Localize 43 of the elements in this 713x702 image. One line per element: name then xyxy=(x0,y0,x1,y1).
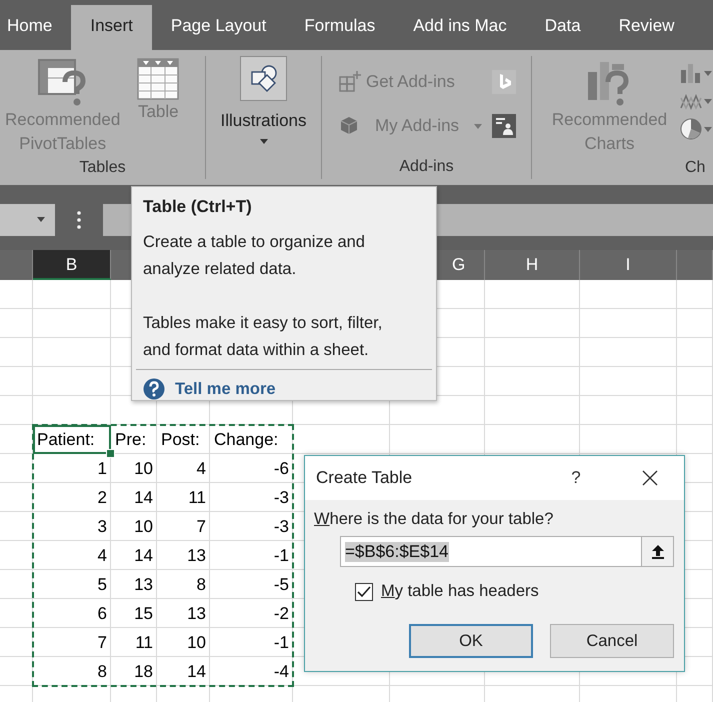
dialog-title: Create Table xyxy=(316,468,414,488)
table-cell-text: Change: xyxy=(213,429,280,451)
tooltip-text: Create a table to organize and analyze related data. xyxy=(143,232,366,280)
table-cell-text: Pre: xyxy=(114,429,148,451)
table-cell-text: 8 xyxy=(96,661,108,683)
table-cell-text: 10 xyxy=(133,516,154,538)
group-label: Add-ins xyxy=(398,157,455,177)
table-cell-text: 13 xyxy=(133,574,154,596)
table-cell-text: 13 xyxy=(186,603,207,625)
table-cell-text: 14 xyxy=(133,545,154,567)
table-cell-text: -2 xyxy=(272,603,290,625)
table-cell-text: 7 xyxy=(196,516,207,538)
table-cell-text: 18 xyxy=(133,661,154,683)
table-cell-text: 10 xyxy=(186,632,207,654)
table-cell-text: 4 xyxy=(96,545,108,567)
table-cell-text: 7 xyxy=(96,632,108,654)
table-cell-text: 8 xyxy=(196,574,207,596)
table-cell-text: 13 xyxy=(186,545,207,567)
table-cell-text: -1 xyxy=(272,545,290,567)
table-cell-text: -6 xyxy=(272,458,290,480)
table-cell-text: -3 xyxy=(272,516,290,538)
table-cell-text: -1 xyxy=(272,632,290,654)
table-cell-text: 4 xyxy=(196,458,207,480)
range-label: Where is the data for your table? xyxy=(314,510,554,529)
table-cell-text: 6 xyxy=(96,603,108,625)
tooltip-title: Table (Ctrl+T) xyxy=(143,197,253,217)
tooltip-text: Tables make it easy to sort, filter, and format data within a sheet. xyxy=(143,313,384,361)
table-cell-text: 10 xyxy=(133,458,154,480)
table-cell-text: -3 xyxy=(272,487,290,509)
group-label: Tables xyxy=(78,158,127,178)
table-cell-text: 2 xyxy=(96,487,108,509)
table-cell-text: 5 xyxy=(96,574,108,596)
table-cell-text: 11 xyxy=(187,487,207,509)
table-cell-text: 15 xyxy=(133,603,154,625)
table-cell-text: -4 xyxy=(272,661,290,683)
table-cell-text: 1 xyxy=(96,458,108,480)
table-cell-text: 11 xyxy=(134,632,154,654)
table-cell-text: 14 xyxy=(186,661,207,683)
table-cell-text: 3 xyxy=(96,516,108,538)
group-label: Ch xyxy=(685,159,706,176)
table-cell-text: Post: xyxy=(160,429,201,451)
table-cell-text: -5 xyxy=(272,574,290,596)
table-cell-text: 14 xyxy=(133,487,154,509)
